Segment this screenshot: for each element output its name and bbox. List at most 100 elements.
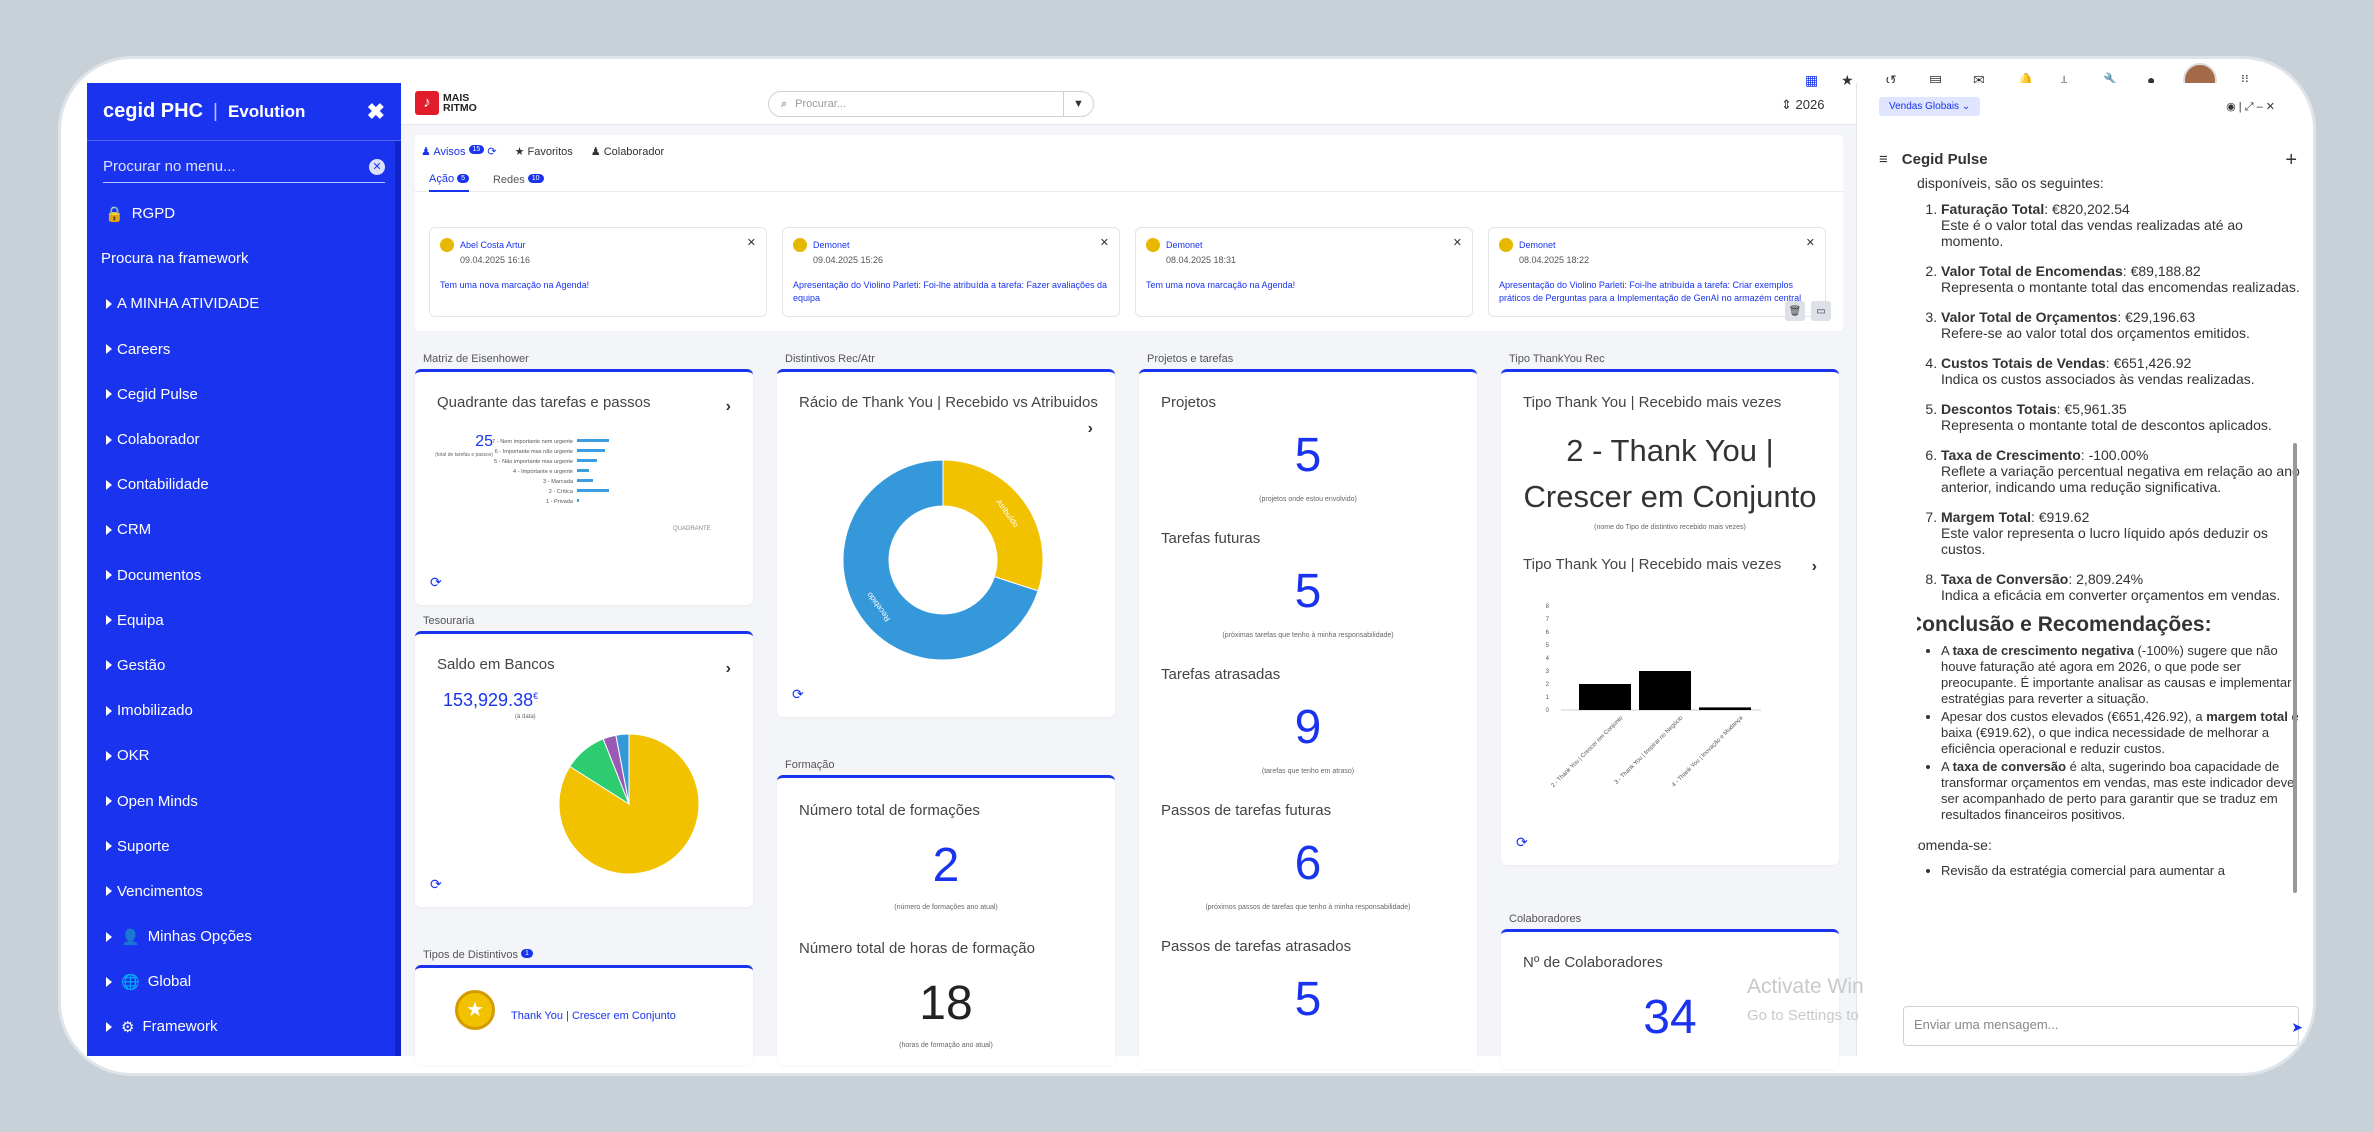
sidebar-item-3[interactable]: Careers [87,327,401,372]
tipos-section-label: Tipos de Distintivos [423,949,518,961]
sidebar-item-6[interactable]: Contabilidade [87,462,401,507]
refresh-icon[interactable]: ⟳ [792,686,804,703]
chat-scrollbar[interactable] [2293,443,2297,893]
sidebar-item-4[interactable]: Cegid Pulse [87,372,401,417]
qr-icon[interactable]: ▦ [1805,72,1818,89]
projetos-row-label: Tarefas futuras [1161,530,1261,547]
close-icon[interactable]: ✕ [1453,236,1462,249]
sidebar-item-18[interactable]: ⚙ Framework [87,1004,401,1049]
kpi-item: Margem Total: €919.62Este valor represen… [1941,509,2307,557]
sidebar-item-0[interactable]: 🔒 RGPD [87,191,401,236]
notification-text: Apresentação do Violino Parleti: Foi-lhe… [793,280,1108,303]
chat-message-input[interactable]: Enviar uma mensagem... [1903,1006,2299,1046]
gamepad-icon[interactable]: ◉ [2226,101,2236,113]
chat-intro: disponíveis, são os seguintes: [1917,175,2104,191]
close-icon[interactable]: ✕ [2266,101,2275,113]
projetos-row-value: 5 [1294,429,1322,482]
eisenhower-bar [577,439,609,442]
minimize-icon[interactable]: – [2257,101,2263,113]
kpi-name: Faturação Total [1941,201,2045,217]
monitor-icon[interactable]: ▭ [1811,301,1831,321]
tab-avisos[interactable]: ♟ Avisos 15 ⟳ [421,145,497,158]
close-icon[interactable]: ✕ [1100,236,1109,249]
kpi-item: Valor Total de Orçamentos: €29,196.63Ref… [1941,309,2307,341]
notification-card[interactable]: Demonet 08.04.2025 18:22 Apresentação do V… [1488,227,1826,317]
caret-right-icon [106,344,112,355]
refresh-icon[interactable]: ⟳ [430,876,442,893]
section-formacao: Formação [785,759,835,771]
vendas-dropdown[interactable]: Vendas Globais ⌄ [1879,97,1981,116]
subtab-acao[interactable]: Ação 5 [429,168,469,192]
sidebar-item-15[interactable]: Vencimentos [87,869,401,914]
sidebar-item-7[interactable]: CRM [87,507,401,552]
sidebar-item-16[interactable]: 👤 Minhas Opções [87,914,401,959]
sidebar-item-13[interactable]: Open Minds [87,778,401,823]
trash-icon[interactable]: 🗑 [1785,301,1805,321]
close-icon[interactable]: ✕ [1806,236,1815,249]
notification-date: 08.04.2025 18:31 [1166,255,1237,265]
projetos-row-label: Projetos [1161,394,1217,411]
chat-title: ≡ Cegid Pulse [1879,151,1988,168]
kpi-item: Faturação Total: €820,202.54Este é o val… [1941,201,2307,249]
close-icon[interactable]: ✕ [747,236,756,249]
send-icon[interactable]: ➤ [2291,1019,2303,1036]
global-search-input[interactable]: ⌕ Procurar... ▼ [768,91,1094,117]
colaboradores-card: Nº de Colaboradores 34 [1501,929,1839,1069]
refresh-icon[interactable]: ⟳ [430,574,442,591]
tab-favoritos[interactable]: ★ Favoritos [515,145,573,158]
sidebar-item-1[interactable]: Procura na framework [87,236,401,281]
star-icon[interactable]: ★ [1841,72,1854,89]
kpi-name: Valor Total de Orçamentos [1941,309,2118,325]
sender-name: Demonet [1166,240,1203,250]
lock-icon: 🔒 [105,205,124,223]
kpi-item: Descontos Totais: €5,961.35Representa o … [1941,401,2307,433]
brand-separator: | [213,100,218,122]
sidebar-item-17[interactable]: 🌐 Global [87,959,401,1004]
formacoes-caption: (número de formações ano atual) [894,904,998,911]
add-icon[interactable]: + [2285,149,2297,172]
menu-search-input[interactable]: Procurar no menu... ✕ [103,151,385,183]
eisenhower-category-label: 1 - Privada [546,499,574,505]
menu-icon[interactable]: ≡ [1879,151,1888,168]
sidebar-item-label: Cegid Pulse [117,385,198,403]
notification-card[interactable]: Demonet 08.04.2025 18:31 Tem uma nova marc… [1135,227,1473,317]
notification-tabs: ♟ Avisos 15 ⟳ ★ Favoritos ♟ Colaborador [415,135,1843,168]
sidebar-item-label: Framework [142,1018,218,1036]
kpi-description: Este é o valor total das vendas realizad… [1941,217,2243,249]
kpi-value: : €651,426.92 [2105,355,2192,371]
sidebar-item-11[interactable]: Imobilizado [87,688,401,733]
sidebar-item-14[interactable]: Suporte [87,824,401,869]
tab-colaborador[interactable]: ♟ Colaborador [591,145,664,158]
caret-right-icon [106,434,112,445]
distintivo-link[interactable]: Thank You | Crescer em Conjunto [511,1010,676,1022]
refresh-icon[interactable]: ⟳ [487,146,496,158]
sidebar-item-12[interactable]: OKR [87,733,401,778]
y-tick-label: 6 [1546,630,1550,636]
eisenhower-bar [577,459,597,462]
chevron-right-icon[interactable]: › [726,398,731,416]
sidebar-item-8[interactable]: Documentos [87,553,401,598]
y-tick-label: 2 [1546,682,1550,688]
year-selector[interactable]: ⇕ 2026 [1781,97,1824,113]
sidebar-item-2[interactable]: A MINHA ATIVIDADE [87,281,401,326]
notification-card[interactable]: Demonet 09.04.2025 15:26 Apresentação do V… [782,227,1120,317]
close-sidebar-icon[interactable]: ✖ [367,99,385,125]
subtab-redes[interactable]: Redes 10 [493,173,544,186]
clear-search-icon[interactable]: ✕ [369,158,385,175]
notification-card[interactable]: Abel Costa Artur 09.04.2025 16:16 Tem uma … [429,227,767,317]
chevron-right-icon[interactable]: › [1812,558,1817,576]
chevron-right-icon[interactable]: › [726,660,731,678]
mais-ritmo-logo[interactable]: ♪ MAIS RITMO [415,91,477,115]
thankyou-bar-chart: 0 1 2 3 4 5 6 7 8 2 - Thank You | Crescer em Conj… [1546,604,1761,789]
expand-icon[interactable]: ⤢ [2245,101,2254,113]
horas-caption: (horas de formação ano atual) [899,1042,993,1049]
kpi-name: Taxa de Conversão [1941,571,2069,587]
kpi-item: Valor Total de Encomendas: €89,188.82Rep… [1941,263,2307,295]
refresh-icon[interactable]: ⟳ [1516,834,1528,851]
conclusion-text: A [1941,759,1953,774]
sidebar-item-9[interactable]: Equipa [87,598,401,643]
filter-icon[interactable]: ▼ [1063,92,1093,116]
sidebar-item-5[interactable]: Colaborador [87,417,401,462]
sidebar-item-10[interactable]: Gestão [87,643,401,688]
eisenhower-footer: QUADRANTE [673,526,711,532]
